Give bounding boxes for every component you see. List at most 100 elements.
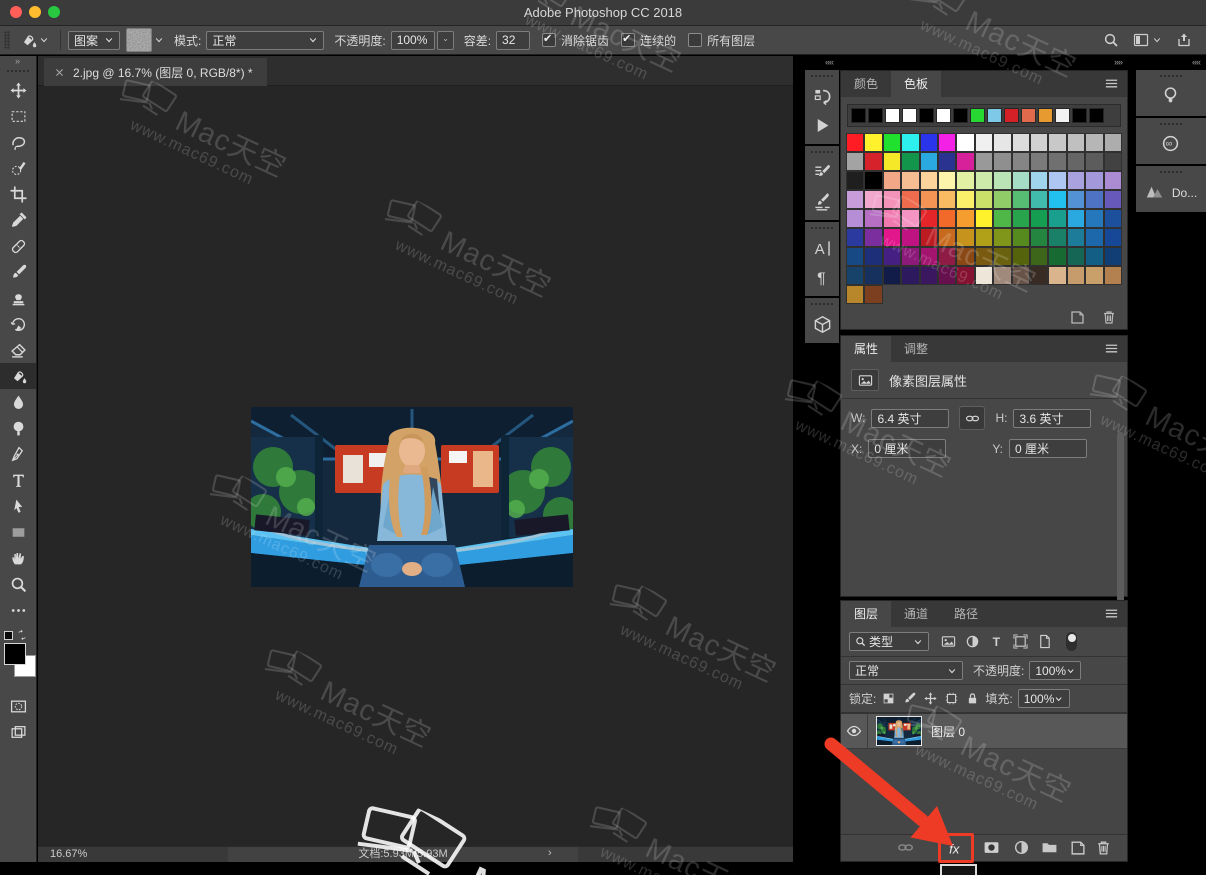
lock-position-icon[interactable] [924,692,937,705]
swatch[interactable] [1030,210,1048,227]
swatch[interactable] [902,210,919,227]
default-colors-icon[interactable] [4,630,13,640]
swatch[interactable] [1104,267,1121,284]
swatch[interactable] [975,267,993,284]
swatch[interactable] [1086,153,1103,170]
swatch[interactable] [1067,267,1085,284]
search-icon[interactable] [1103,32,1119,48]
filter-adjustment-icon[interactable] [965,634,980,649]
swatch[interactable] [902,153,919,170]
swatch[interactable] [920,229,937,246]
swatch[interactable] [1012,248,1029,265]
swatch[interactable] [883,191,901,208]
swatch[interactable] [865,229,882,246]
swatch[interactable] [1086,210,1103,227]
recent-swatch[interactable] [885,108,900,123]
swatch[interactable] [902,134,919,151]
swatch[interactable] [938,153,956,170]
edit-toolbar-button[interactable] [0,597,36,623]
swatch[interactable] [938,191,956,208]
recent-swatch[interactable] [953,108,968,123]
swatch[interactable] [1030,134,1048,151]
swatch[interactable] [847,191,864,208]
panel-icon-mountains[interactable]: Do... [1136,178,1206,207]
swatch[interactable] [975,210,993,227]
panel-icon-threed[interactable] [805,310,839,339]
swatch[interactable] [938,134,956,151]
swatch[interactable] [994,191,1011,208]
collapse-chevron[interactable]: «« [805,56,839,70]
swatch[interactable] [1104,191,1121,208]
swatch[interactable] [865,248,882,265]
swatch[interactable] [1067,134,1085,151]
swatch[interactable] [1049,229,1066,246]
swatch[interactable] [994,267,1011,284]
filter-toggle[interactable] [1066,632,1077,651]
panel-icon-character[interactable]: A [805,234,839,263]
filter-shape-icon[interactable] [1013,634,1028,649]
swatch[interactable] [920,191,937,208]
lock-pixels-icon[interactable] [903,692,916,705]
swatch[interactable] [902,267,919,284]
swatch[interactable] [847,210,864,227]
swatch[interactable] [1049,210,1066,227]
layer-opacity-select[interactable]: 100% [1029,661,1082,680]
swatch[interactable] [920,267,937,284]
height-input[interactable]: 3.6 英寸 [1013,408,1092,428]
new-adjustment-button[interactable] [1013,839,1030,856]
swatch[interactable] [975,153,993,170]
swatch[interactable] [957,153,974,170]
new-layer-button[interactable] [1069,839,1086,856]
swap-colors-icon[interactable] [16,629,28,641]
workspace-switcher[interactable] [1133,32,1162,48]
swatch[interactable] [994,248,1011,265]
crop-tool[interactable] [0,181,36,207]
foreground-color[interactable] [4,643,26,665]
swatch[interactable] [920,172,937,189]
swatch[interactable] [1086,191,1103,208]
tab-properties[interactable]: 属性 [841,336,892,362]
recent-swatch[interactable] [1089,108,1104,123]
swatch[interactable] [1049,191,1066,208]
swatch[interactable] [957,172,974,189]
swatch[interactable] [1104,248,1121,265]
filter-type-icon[interactable]: T [989,634,1004,649]
canvas[interactable] [38,86,793,846]
tab-channels[interactable]: 通道 [891,601,941,627]
swatch[interactable] [1049,172,1066,189]
clone-stamp-tool[interactable] [0,285,36,311]
checkbox-消除锯齿[interactable]: 消除锯齿 [542,32,609,49]
swatch[interactable] [994,210,1011,227]
swatch[interactable] [1104,229,1121,246]
path-selection-tool[interactable] [0,493,36,519]
hand-tool[interactable] [0,545,36,571]
panel-menu-icon[interactable] [1104,76,1119,91]
panel-icon-brush-settings[interactable] [805,158,839,187]
x-input[interactable]: 0 厘米 [868,439,947,458]
swatch[interactable] [920,210,937,227]
opacity-chevron[interactable] [436,30,454,50]
move-tool[interactable] [0,77,36,103]
panel-icon-cc-logo[interactable]: ∞ [1136,130,1206,159]
swatch[interactable] [957,229,974,246]
panel-menu-icon[interactable] [1104,606,1119,621]
panel-icon-actions-play[interactable] [805,111,839,140]
swatch[interactable] [975,229,993,246]
add-mask-button[interactable] [983,839,1000,856]
swatch[interactable] [1104,153,1121,170]
swatch[interactable] [1049,153,1066,170]
swatch[interactable] [865,153,882,170]
swatch[interactable] [883,267,901,284]
recent-swatch[interactable] [919,108,934,123]
lasso-tool[interactable] [0,129,36,155]
swatch[interactable] [994,134,1011,151]
delete-layer-button[interactable] [1095,839,1112,856]
recent-swatch[interactable] [970,108,985,123]
swatch[interactable] [1012,172,1029,189]
lock-transparency-icon[interactable] [882,692,895,705]
expand-chevron[interactable]: »» [840,56,1128,70]
swatch[interactable] [938,172,956,189]
swatch[interactable] [1067,191,1085,208]
swatch[interactable] [847,172,864,189]
checkbox-icon[interactable] [542,32,557,47]
